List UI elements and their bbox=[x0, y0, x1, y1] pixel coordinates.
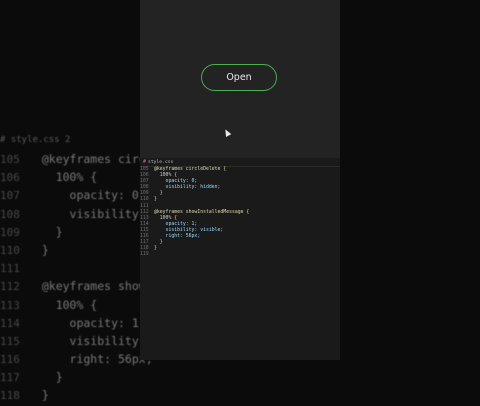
line-code: 100% { bbox=[154, 215, 178, 221]
line-code: opacity: 0; bbox=[154, 179, 198, 185]
line-code: opacity: 1; bbox=[154, 221, 198, 227]
line-code: @keyframes showInstalledMessage { bbox=[154, 209, 250, 215]
background-line-number: 106 bbox=[0, 171, 20, 185]
background-line-code: opacity: 0; bbox=[28, 188, 146, 203]
background-line-number: 105 bbox=[0, 153, 20, 166]
background-line-number: 110 bbox=[0, 243, 20, 257]
background-line-code: } bbox=[28, 242, 49, 257]
background-line-code: 100% { bbox=[28, 297, 98, 312]
line-code: visibility: visible; bbox=[154, 227, 224, 233]
code-line: 119 bbox=[140, 252, 340, 258]
background-line-number: 109 bbox=[0, 225, 20, 239]
background-line-number: 108 bbox=[0, 207, 20, 221]
tab-style-css[interactable]: # style.css bbox=[143, 159, 173, 165]
css-file-icon: # bbox=[143, 159, 147, 165]
line-code: } bbox=[154, 197, 157, 203]
line-code: } bbox=[154, 246, 157, 252]
line-code: right: 56px; bbox=[154, 234, 201, 240]
background-line-code: } bbox=[28, 370, 63, 385]
background-code-editor: # style.css 2 105 @keyframes circle 106 1… bbox=[0, 130, 166, 402]
background-line-number: 111 bbox=[0, 262, 20, 276]
background-tab-label: # style.css 2 bbox=[0, 135, 71, 145]
background-line-number: 116 bbox=[0, 353, 20, 367]
background-line-code: 100% { bbox=[28, 170, 98, 185]
line-code: } bbox=[154, 240, 163, 246]
background-line-code: } bbox=[28, 224, 63, 239]
background-line-number: 114 bbox=[0, 316, 20, 330]
line-code: } bbox=[154, 191, 163, 197]
code-lines: 105 @keyframes circleDelete {106 100% {10… bbox=[140, 167, 340, 258]
background-code-line: 118 } bbox=[0, 386, 166, 404]
background-line-number: 113 bbox=[0, 298, 20, 312]
background-line-number: 112 bbox=[0, 280, 20, 294]
preview-area: Open bbox=[140, 0, 340, 158]
background-line-code: right: 56px; bbox=[28, 352, 153, 367]
line-code: visibility: hidden; bbox=[154, 185, 221, 191]
background-line-code: opacity: 1; bbox=[28, 315, 146, 330]
background-line-number: 115 bbox=[0, 334, 20, 348]
code-editor[interactable]: # style.css 105 @keyframes circleDelete {… bbox=[140, 158, 340, 360]
mouse-cursor-icon bbox=[222, 128, 232, 137]
background-line-number: 118 bbox=[0, 389, 20, 403]
line-number: 119 bbox=[140, 252, 149, 258]
background-code-line: 117 } bbox=[0, 368, 166, 386]
background-line-code: } bbox=[28, 388, 49, 403]
background-line-number: 117 bbox=[0, 371, 20, 385]
editor-tab-bar: # style.css bbox=[140, 158, 340, 167]
open-button[interactable]: Open bbox=[201, 64, 277, 91]
line-code: @keyframes circleDelete { bbox=[154, 167, 227, 172]
tab-label: style.css bbox=[148, 159, 174, 165]
line-code: 100% { bbox=[154, 173, 178, 179]
center-panel: Open # style.css 105 @keyframes circleDel… bbox=[140, 0, 340, 360]
background-line-number: 107 bbox=[0, 189, 20, 203]
